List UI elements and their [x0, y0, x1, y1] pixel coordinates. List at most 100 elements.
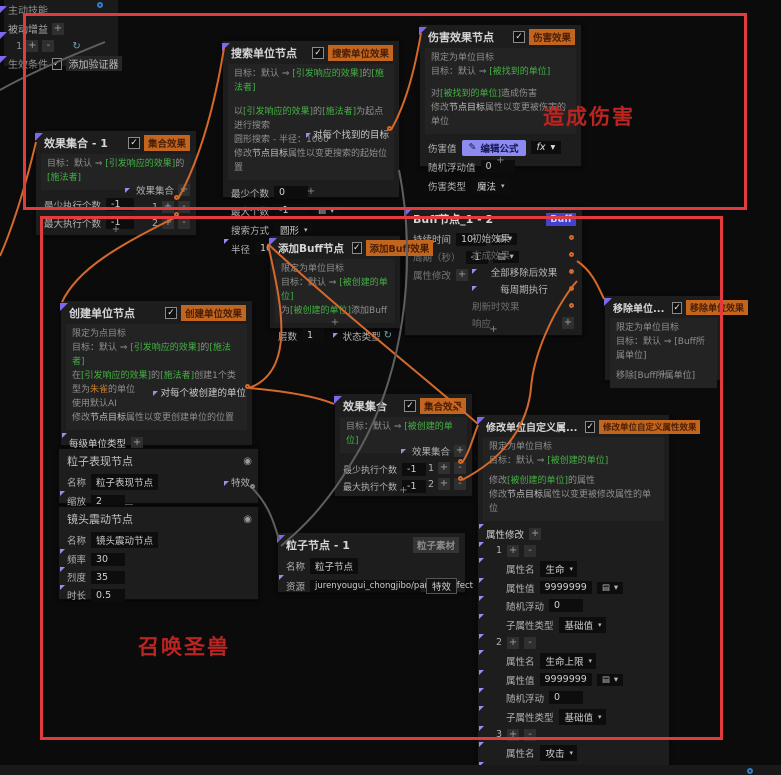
attr-name-select[interactable]: 生命 ▾: [539, 560, 578, 577]
append-node-button[interactable]: +: [331, 317, 339, 328]
append-node-button[interactable]: +: [399, 485, 407, 496]
edit-formula-button[interactable]: ✎编辑公式: [461, 139, 526, 156]
fx-output-port[interactable]: 特效: [223, 475, 250, 489]
fx-dropdown[interactable]: fx▾: [530, 141, 562, 155]
node-effect-set-1[interactable]: 效果集合 - 1 ✓ 集合效果 目标：默认 ⇒ [引发响应的效果]的[施法者] …: [35, 130, 197, 236]
random-float-input[interactable]: 0: [549, 691, 584, 705]
attr-name-select[interactable]: 攻击 ▾: [539, 744, 578, 761]
append-node-button[interactable]: +: [112, 224, 120, 235]
port-icon[interactable]: [174, 212, 179, 217]
node-create-unit[interactable]: 创建单位节点 ✓ 创建单位效果 限定为点目标 目标：默认 ⇒ [引发响应的效果]…: [60, 300, 253, 506]
port-icon[interactable]: [458, 476, 463, 481]
blue-port-bottom-icon[interactable]: [747, 768, 753, 774]
foreach-found-target-port[interactable]: 对每个找到的目标: [305, 127, 389, 141]
port-icon[interactable]: [568, 286, 574, 291]
port-icon[interactable]: [569, 303, 574, 308]
gear-icon[interactable]: ◉: [243, 514, 252, 525]
node-damage-effect[interactable]: 伤害效果节点 ✓ 伤害效果 限定为单位目标 目标：默认 ⇒ [被找到的单位] 对…: [419, 24, 582, 194]
port-icon[interactable]: [245, 384, 250, 389]
layers-input[interactable]: 1: [302, 329, 325, 343]
gain-minus-button[interactable]: -: [42, 40, 55, 52]
add-response-button[interactable]: +: [562, 316, 574, 329]
port-icon[interactable]: [387, 126, 392, 131]
attr-name-select[interactable]: 生命上限 ▾: [539, 652, 597, 669]
slot-minus-button[interactable]: -: [178, 217, 190, 229]
entry-plus-button[interactable]: +: [507, 728, 520, 741]
append-node-button[interactable]: +: [659, 369, 667, 380]
frequency-input[interactable]: 30: [91, 552, 126, 566]
blue-port-icon[interactable]: [97, 2, 103, 8]
entry-minus-button[interactable]: -: [524, 636, 537, 649]
enabled-checkbox[interactable]: ✓: [164, 307, 177, 319]
gain-plus-button[interactable]: +: [26, 40, 39, 52]
max-count-input[interactable]: -1: [274, 204, 309, 218]
loop-icon[interactable]: ↻: [72, 41, 80, 52]
port-icon[interactable]: [569, 252, 574, 257]
name-input[interactable]: 粒子节点: [310, 558, 359, 574]
port-icon[interactable]: [568, 269, 574, 274]
enabled-checkbox[interactable]: ✓: [512, 31, 525, 43]
condition-checkbox[interactable]: ✓: [52, 57, 62, 70]
node-input-arrow-icon[interactable]: [269, 238, 277, 246]
entry-minus-button[interactable]: -: [524, 544, 537, 557]
foreach-created-unit-port[interactable]: 对每个被创建的单位: [153, 385, 246, 399]
node-input-arrow-icon[interactable]: [334, 396, 342, 404]
random-float-input[interactable]: 0: [549, 599, 584, 613]
node-graph-canvas[interactable]: 主动技能 被动增益 + 1 + - ↻ 生效条件 ✓ 添加验证器 效果集合 - …: [0, 0, 781, 775]
port-icon[interactable]: [569, 235, 574, 240]
port-icon[interactable]: [250, 484, 255, 489]
node-input-arrow-icon[interactable]: [604, 298, 612, 306]
node-input-arrow-icon[interactable]: [477, 417, 485, 425]
port-icon[interactable]: [458, 459, 463, 464]
enabled-checkbox[interactable]: ✓: [585, 420, 595, 433]
add-effect-button[interactable]: +: [178, 184, 190, 196]
add-validator-button[interactable]: 添加验证器: [65, 56, 122, 71]
enabled-checkbox[interactable]: ✓: [672, 301, 682, 314]
name-input[interactable]: 粒子表现节点: [91, 474, 159, 490]
subtype-select[interactable]: 基础值 ▾: [558, 616, 606, 633]
node-remove-unit[interactable]: 移除单位... ✓ 移除单位效果 限定为单位目标 目标：默认 ⇒ [Buff所属…: [604, 295, 748, 388]
node-input-arrow-icon[interactable]: [404, 209, 412, 217]
attr-value-input[interactable]: 9999999: [539, 673, 592, 687]
damage-type-select[interactable]: 魔法 ▾: [471, 177, 509, 194]
intensity-input[interactable]: 35: [91, 570, 126, 584]
slot-plus-button[interactable]: +: [438, 462, 450, 474]
node-modify-attr[interactable]: 修改单位自定义属... ✓ 修改单位自定义属性效果 限定为单位目标 目标：默认 …: [477, 414, 701, 775]
gear-icon[interactable]: ◉: [243, 456, 252, 467]
node-camera-shake[interactable]: 镜头震动节点 ◉ 名称 镜头震动节点 频率 30 烈度 35 时长 0.5: [58, 506, 259, 602]
attr-modify-add-button[interactable]: +: [456, 269, 469, 281]
slot-plus-button[interactable]: +: [162, 201, 174, 213]
unit-type-add-button[interactable]: +: [131, 436, 144, 449]
node-buff[interactable]: Buff节点_1 - 2 Buff 持续时间 10 ▤▾ 周期（秒） -1 ▤▾…: [404, 206, 583, 336]
add-gain-button[interactable]: +: [52, 22, 64, 35]
node-input-arrow-icon[interactable]: [35, 133, 43, 141]
add-effect-button[interactable]: +: [454, 445, 466, 457]
attr-value-input[interactable]: 9999999: [539, 581, 592, 595]
subtype-select[interactable]: 基础值 ▾: [558, 708, 606, 725]
slot-plus-button[interactable]: +: [162, 217, 174, 229]
min-count-input[interactable]: 0: [274, 186, 309, 200]
node-particle-display[interactable]: 粒子表现节点 ◉ 名称 粒子表现节点 特效 缩放 2: [58, 448, 259, 508]
node-add-buff[interactable]: 添加Buff节点 ✓ 添加Buff效果 限定为单位目标 目标：默认 ⇒ [被创建…: [269, 235, 434, 343]
enabled-checkbox[interactable]: ✓: [127, 137, 140, 149]
value-source-dropdown[interactable]: ▤▾: [313, 204, 340, 217]
append-node-button[interactable]: +: [496, 155, 504, 166]
node-search-unit[interactable]: 搜索单位节点 ✓ 搜索单位效果 目标：默认 ⇒ [引发响应的效果]的[施法者] …: [222, 40, 400, 256]
node-input-arrow-icon[interactable]: [419, 27, 427, 35]
append-node-button[interactable]: +: [489, 324, 497, 335]
enabled-checkbox[interactable]: ✓: [311, 47, 324, 59]
slot-plus-button[interactable]: +: [438, 478, 450, 490]
entry-plus-button[interactable]: +: [507, 544, 520, 557]
entry-plus-button[interactable]: +: [507, 636, 520, 649]
slot-minus-button[interactable]: -: [178, 201, 190, 213]
enabled-checkbox[interactable]: ✓: [403, 400, 416, 412]
node-input-arrow-icon[interactable]: [277, 535, 285, 543]
name-input[interactable]: 镜头震动节点: [91, 532, 159, 548]
resource-input[interactable]: jurenyougui_chongjibo/particle.effect: [310, 580, 473, 592]
enabled-checkbox[interactable]: ✓: [351, 242, 362, 254]
attr-modify-add-button[interactable]: +: [529, 527, 542, 540]
node-input-arrow-icon[interactable]: [60, 303, 68, 311]
append-node-button[interactable]: +: [307, 186, 315, 197]
node-effect-set-2[interactable]: 效果集合 ✓ 集合效果 目标：默认 ⇒ [被创建的单位] 最少执行个数 -1 最…: [334, 393, 473, 497]
port-icon[interactable]: [174, 195, 179, 200]
